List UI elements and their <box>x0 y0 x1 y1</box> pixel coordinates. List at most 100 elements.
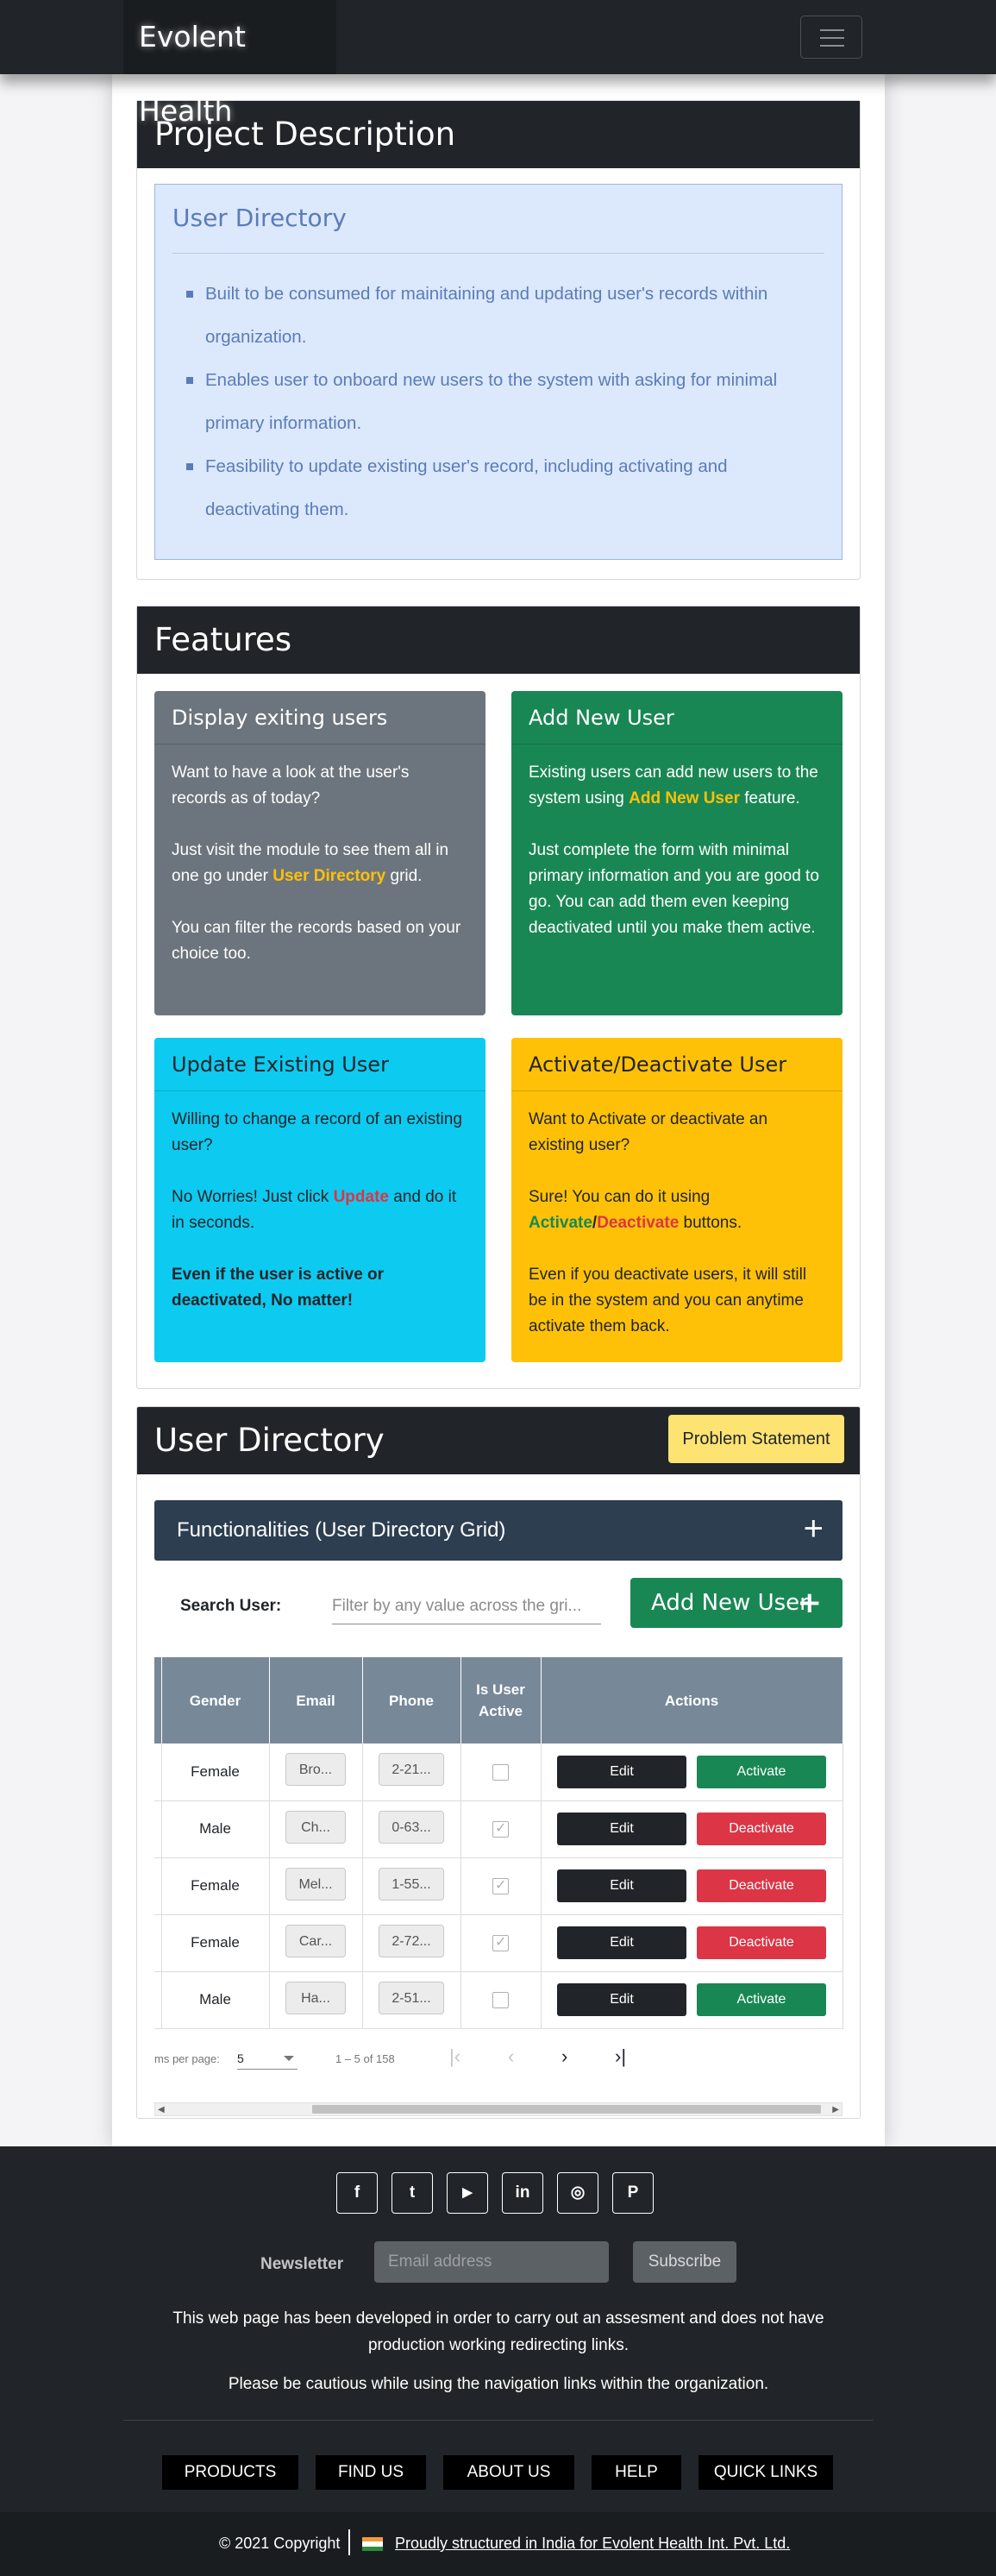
project-description-box: User Directory Built to be consumed for … <box>154 184 843 560</box>
edit-button[interactable]: Edit <box>557 1813 686 1845</box>
column-header-gender[interactable]: Gender <box>161 1657 270 1744</box>
gender-cell: Male <box>161 1971 270 2029</box>
search-input[interactable] <box>332 1588 601 1624</box>
edit-button[interactable]: Edit <box>557 1983 686 2016</box>
gender-cell: Female <box>161 1914 270 1972</box>
active-checkbox[interactable] <box>492 1763 509 1781</box>
footer-caution: Please be cautious while using the navig… <box>228 2375 769 2393</box>
phone-field[interactable]: 0-63... <box>379 1810 444 1844</box>
column-header-actions: Actions <box>541 1657 843 1744</box>
credit-link[interactable]: Proudly structured in India for Evolent … <box>395 2535 790 2553</box>
email-field[interactable]: Ha... <box>285 1981 346 2014</box>
column-header-email[interactable]: Email <box>269 1657 363 1744</box>
functionalities-accordion[interactable]: Functionalities (User Directory Grid) + <box>154 1500 843 1561</box>
active-checkbox[interactable] <box>492 1992 509 2008</box>
brand-logo[interactable]: Evolent Health <box>123 0 336 128</box>
gender-cell: Female <box>161 1744 270 1801</box>
table-row: Male Ha... 2-51... Edit Activate <box>154 1971 843 2029</box>
email-field[interactable]: Ch... <box>285 1810 346 1844</box>
page-range: 1 – 5 of 158 <box>335 2052 395 2065</box>
search-label: Search User: <box>180 1597 282 1615</box>
copyright-text: © 2021 Copyright <box>219 2535 341 2552</box>
feature-title: Activate/Deactivate User <box>511 1038 843 1091</box>
footer-link-find-us[interactable]: FIND US <box>316 2455 426 2490</box>
scroll-left-icon[interactable]: ◀ <box>158 2105 165 2114</box>
copyright-bar: © 2021 Copyright Proudly structured in I… <box>0 2512 996 2576</box>
youtube-icon[interactable]: ▶ <box>447 2172 488 2214</box>
social-links: f t ▶ in ◎ P <box>336 2172 661 2214</box>
phone-field[interactable]: 1-55... <box>379 1867 444 1901</box>
paginator: ms per page: 5 1 – 5 of 158 |‹ ‹ › ›| <box>154 2039 843 2085</box>
edit-button[interactable]: Edit <box>557 1926 686 1959</box>
prev-page-icon[interactable]: ‹ <box>508 2045 514 2068</box>
footer-link-about-us[interactable]: ABOUT US <box>443 2455 574 2490</box>
scroll-right-icon[interactable]: ▶ <box>832 2105 839 2114</box>
deactivate-button[interactable]: Deactivate <box>697 1869 826 1902</box>
footer: f t ▶ in ◎ P Newsletter Email address Su… <box>0 2146 996 2512</box>
plus-icon[interactable]: + <box>804 1500 824 1557</box>
feature-title: Add New User <box>511 691 843 745</box>
desc-item: Feasibility to update existing user's re… <box>186 445 809 531</box>
hamburger-icon <box>820 29 844 31</box>
subscribe-button[interactable]: Subscribe <box>633 2241 736 2283</box>
email-field[interactable]: Bro... <box>285 1753 346 1787</box>
footer-note: This web page has been developed in orde… <box>172 2309 824 2354</box>
pinterest-icon[interactable]: P <box>612 2172 654 2214</box>
active-checkbox[interactable] <box>492 1876 509 1894</box>
footer-link-help[interactable]: HELP <box>592 2455 681 2490</box>
active-checkbox[interactable] <box>492 1933 509 1951</box>
table-row: Female Bro... 2-21... Edit Activate <box>154 1744 843 1801</box>
divider <box>123 2420 874 2421</box>
footer-link-products[interactable]: PRODUCTS <box>162 2455 298 2490</box>
instagram-icon[interactable]: ◎ <box>557 2172 598 2214</box>
desc-item: Built to be consumed for mainitaining an… <box>186 273 809 359</box>
deactivate-button[interactable]: Deactivate <box>697 1813 826 1845</box>
email-field[interactable]: Car... <box>285 1924 346 1957</box>
linkedin-icon[interactable]: in <box>502 2172 543 2214</box>
feature-title: Display exiting users <box>154 691 485 745</box>
table-row: Female Mel... 1-55... Edit Deactivate <box>154 1857 843 1915</box>
scrollbar-thumb[interactable] <box>312 2105 821 2114</box>
chevron-down-icon <box>284 2056 294 2061</box>
column-header-phone[interactable]: Phone <box>362 1657 461 1744</box>
feature-title: Update Existing User <box>154 1038 485 1091</box>
phone-field[interactable]: 2-21... <box>379 1753 444 1787</box>
features-header: Features <box>137 606 860 674</box>
horizontal-scrollbar[interactable]: ◀ ▶ <box>154 2102 843 2116</box>
gender-cell: Male <box>161 1800 270 1858</box>
deactivate-button[interactable]: Deactivate <box>697 1926 826 1959</box>
activate-button[interactable]: Activate <box>697 1755 826 1788</box>
phone-field[interactable]: 2-51... <box>379 1981 444 2014</box>
page-size-select[interactable]: 5 <box>237 2047 298 2070</box>
plus-icon: + <box>797 1586 823 1620</box>
add-new-user-button[interactable]: Add New User + <box>630 1578 843 1628</box>
newsletter-email-input[interactable]: Email address <box>374 2241 609 2283</box>
items-per-page-label: ms per page: <box>154 2052 220 2065</box>
activate-button[interactable]: Activate <box>697 1983 826 2016</box>
table-row: Female Car... 2-72... Edit Deactivate <box>154 1914 843 1972</box>
last-page-icon[interactable]: ›| <box>615 2045 626 2068</box>
feature-display-users: Display exiting users Want to have a loo… <box>154 691 485 1015</box>
menu-toggle-button[interactable] <box>800 16 862 59</box>
divider <box>172 253 824 254</box>
feature-add-user: Add New User Existing users can add new … <box>511 691 843 1015</box>
feature-activate-user: Activate/Deactivate User Want to Activat… <box>511 1038 843 1362</box>
facebook-icon[interactable]: f <box>336 2172 378 2214</box>
footer-link-quick-links[interactable]: QUICK LINKS <box>698 2455 833 2490</box>
navbar: Evolent Health <box>0 0 996 128</box>
email-field[interactable]: Mel... <box>285 1867 346 1901</box>
column-header-scrolled <box>154 1657 162 1744</box>
active-checkbox[interactable] <box>492 1819 509 1838</box>
problem-statement-button[interactable]: Problem Statement <box>668 1415 844 1463</box>
user-directory-card: User Directory Problem Statement Functio… <box>136 1406 861 2119</box>
column-header-active[interactable]: Is User Active <box>460 1657 542 1744</box>
edit-button[interactable]: Edit <box>557 1755 686 1788</box>
edit-button[interactable]: Edit <box>557 1869 686 1902</box>
gender-cell: Female <box>161 1857 270 1915</box>
twitter-icon[interactable]: t <box>392 2172 433 2214</box>
feature-update-user: Update Existing User Willing to change a… <box>154 1038 485 1362</box>
project-description-card: Project Description User Directory Built… <box>136 100 861 580</box>
first-page-icon[interactable]: |‹ <box>449 2045 460 2068</box>
phone-field[interactable]: 2-72... <box>379 1924 444 1957</box>
next-page-icon[interactable]: › <box>561 2045 567 2068</box>
